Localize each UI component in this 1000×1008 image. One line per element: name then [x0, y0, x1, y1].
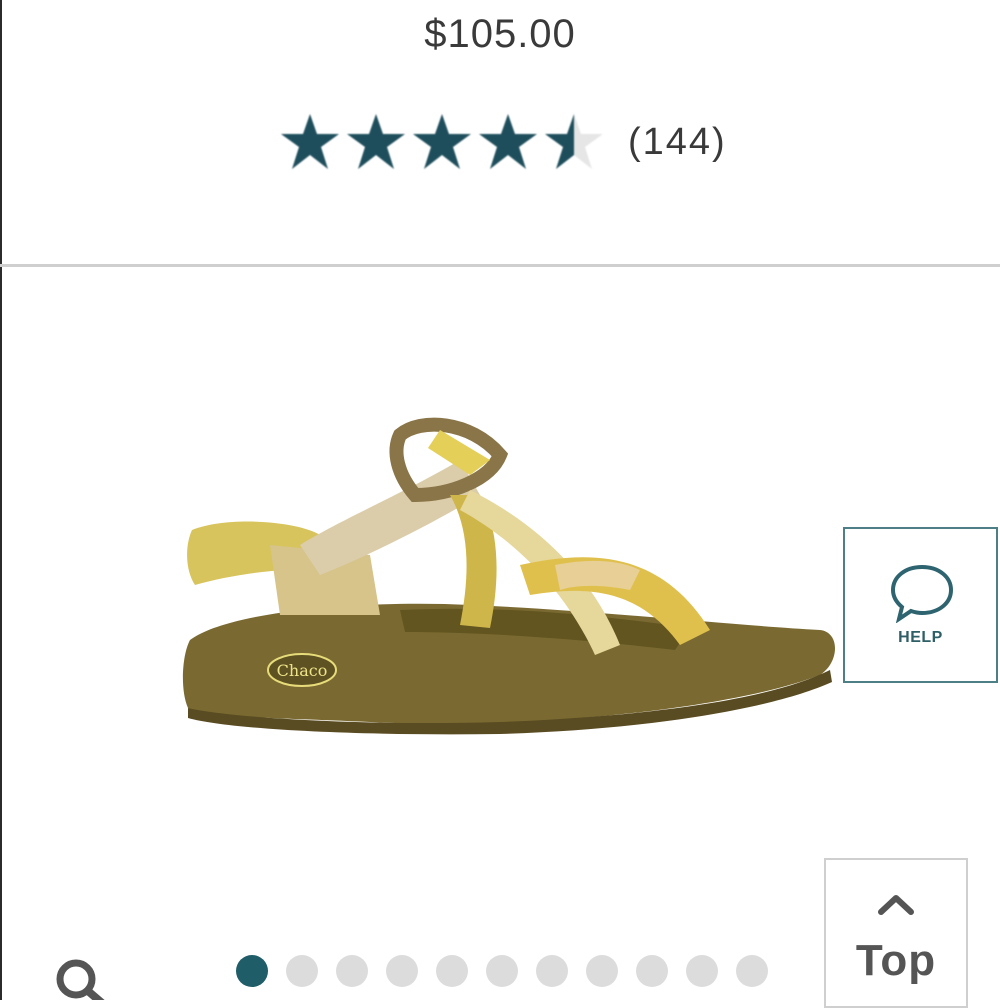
svg-text:Chaco: Chaco	[277, 661, 328, 680]
scroll-to-top-label: Top	[855, 936, 937, 985]
star-icon	[413, 114, 471, 169]
scroll-to-top-button[interactable]: Top	[824, 858, 968, 1008]
search-icon[interactable]	[50, 955, 110, 1000]
star-rating	[280, 113, 604, 171]
product-image-sandal[interactable]: Chaco	[170, 400, 850, 760]
star-icon	[347, 114, 405, 169]
carousel-dot-11[interactable]	[736, 955, 768, 987]
half-star-icon	[545, 114, 603, 169]
product-rating[interactable]: (144)	[280, 112, 727, 172]
section-divider	[0, 264, 1000, 267]
chevron-up-icon	[878, 895, 914, 915]
chat-bubble-icon	[890, 564, 954, 623]
help-label: HELP	[898, 629, 943, 646]
star-icon	[281, 114, 339, 169]
carousel-dot-8[interactable]	[586, 955, 618, 987]
review-count[interactable]: (144)	[628, 121, 727, 164]
help-chat-button[interactable]: HELP	[843, 527, 998, 683]
carousel-dot-1[interactable]	[236, 955, 268, 987]
carousel-dot-9[interactable]	[636, 955, 668, 987]
carousel-dot-5[interactable]	[436, 955, 468, 987]
carousel-dot-3[interactable]	[336, 955, 368, 987]
star-icon	[479, 114, 537, 169]
carousel-dot-6[interactable]	[486, 955, 518, 987]
page-left-border	[0, 0, 2, 1000]
carousel-dot-2[interactable]	[286, 955, 318, 987]
carousel-dot-4[interactable]	[386, 955, 418, 987]
carousel-dot-10[interactable]	[686, 955, 718, 987]
image-carousel-dots	[236, 955, 768, 987]
product-price: $105.00	[424, 12, 576, 56]
carousel-dot-7[interactable]	[536, 955, 568, 987]
